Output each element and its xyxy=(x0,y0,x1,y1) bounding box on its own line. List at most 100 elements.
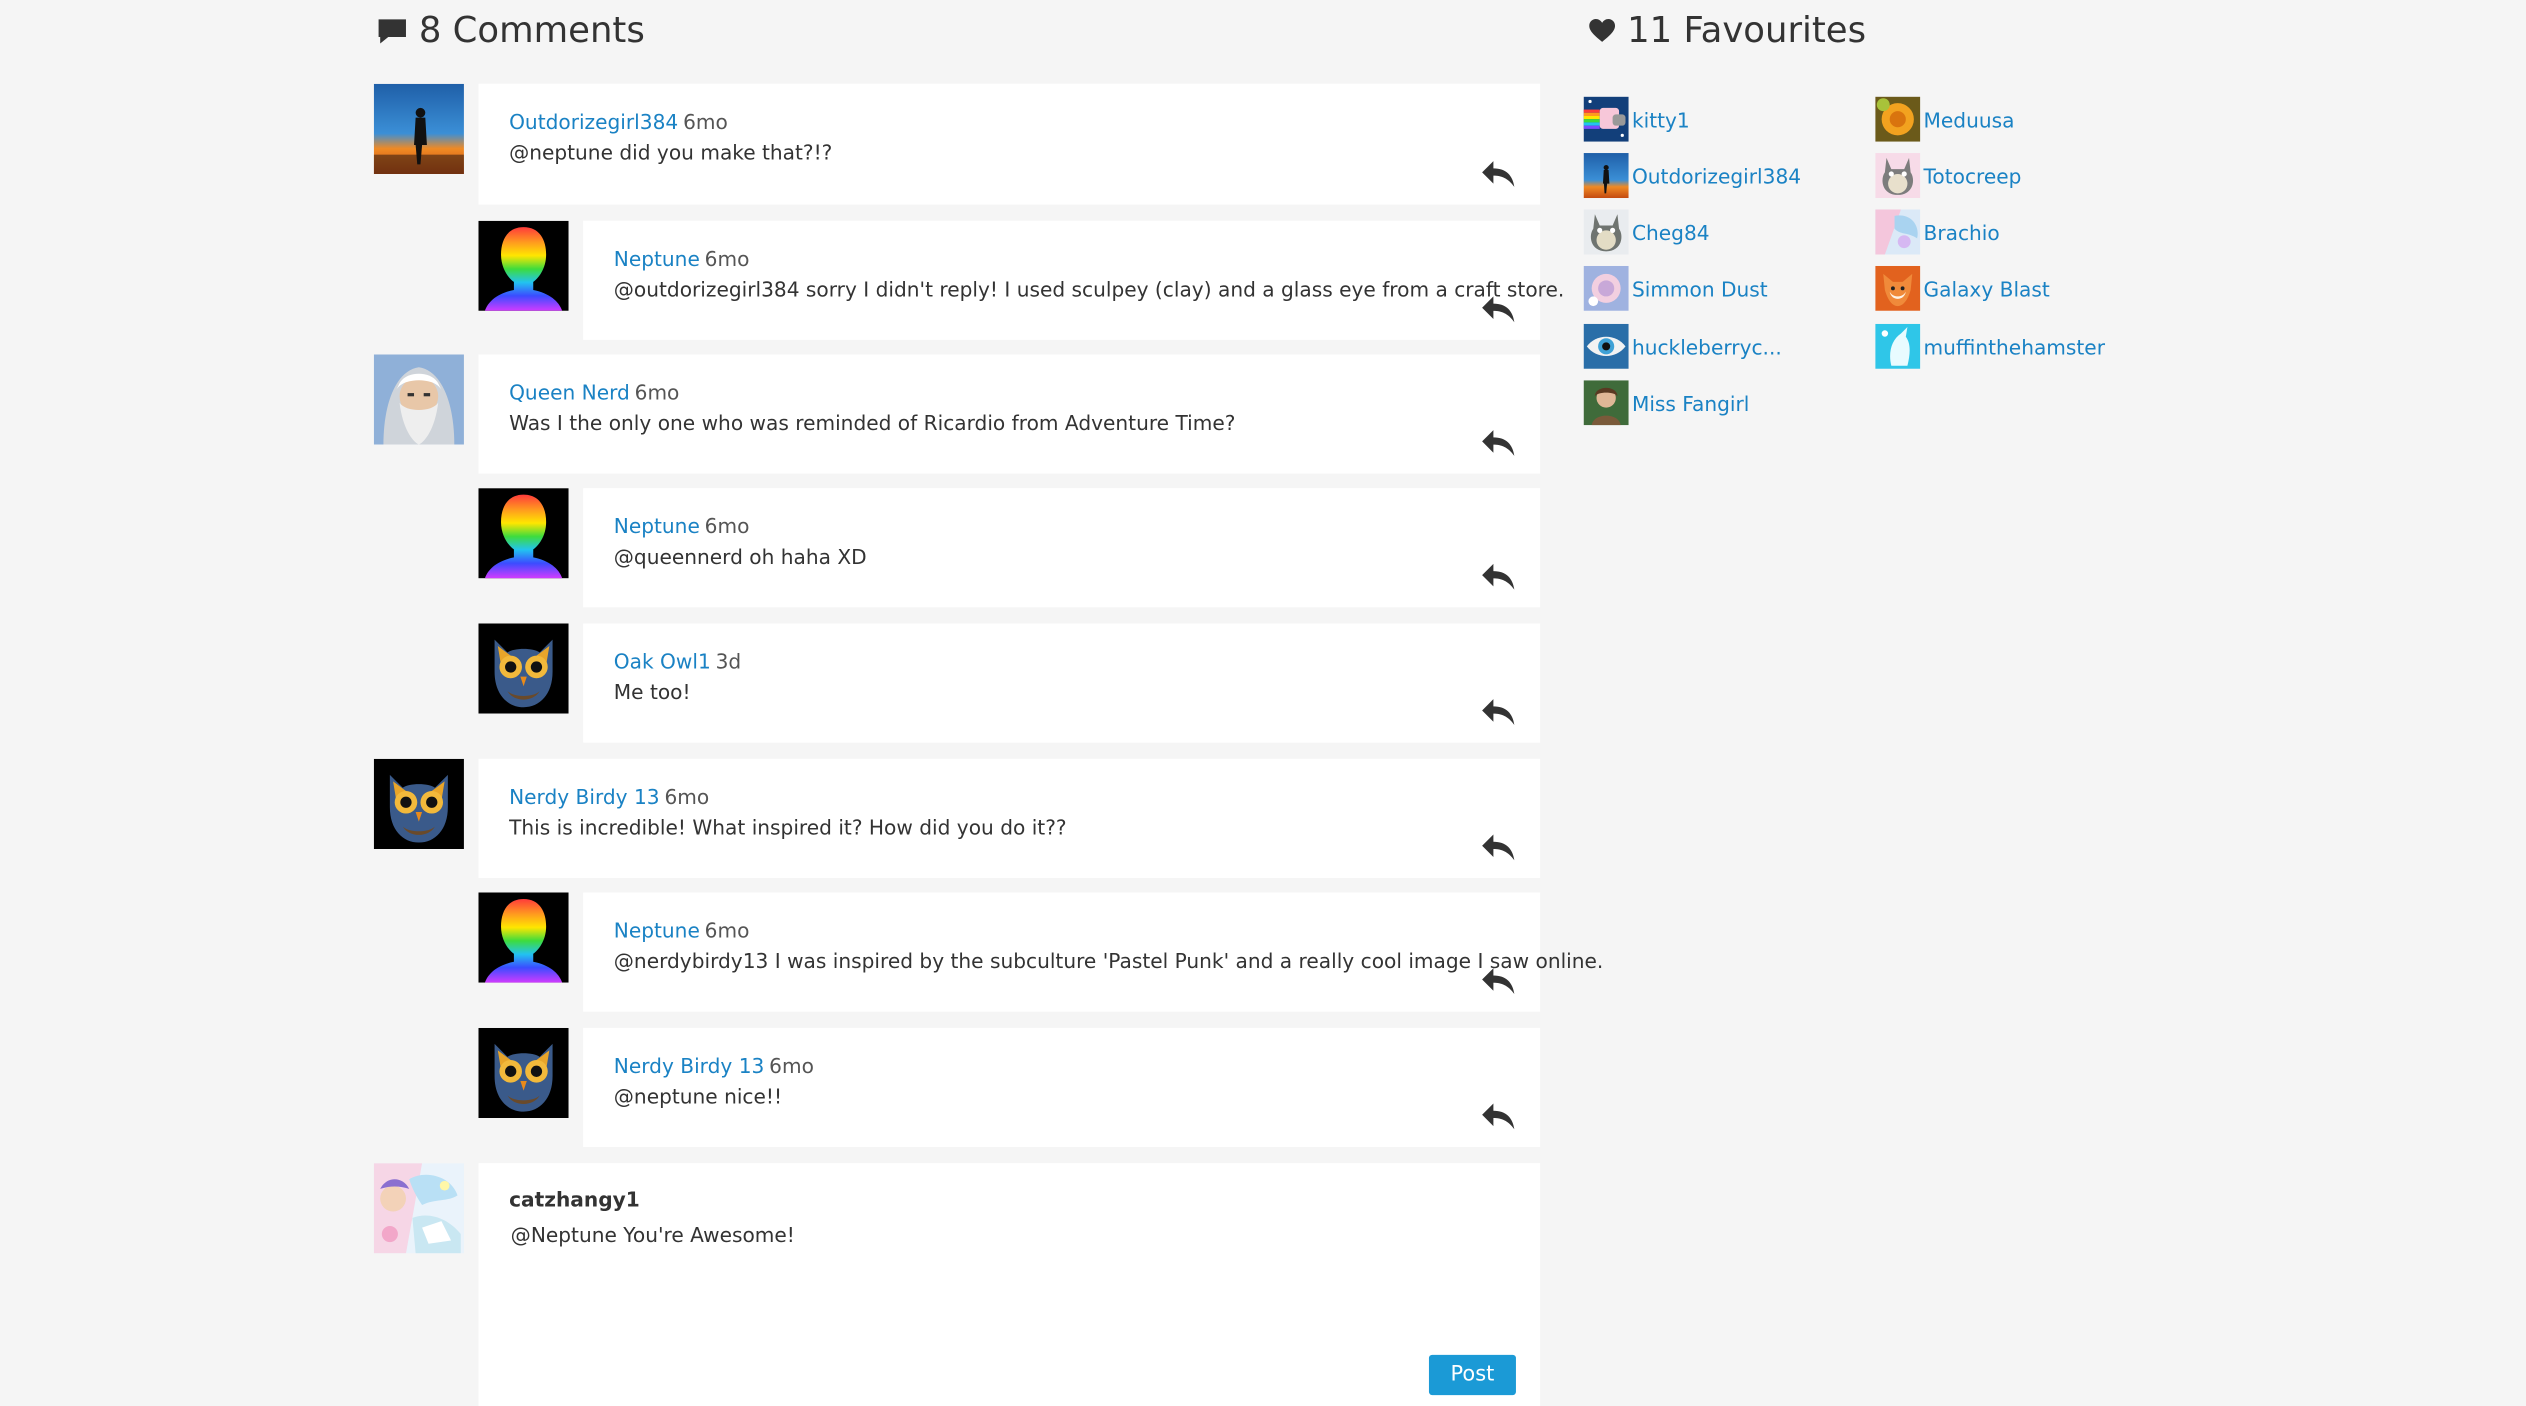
reply-icon[interactable] xyxy=(1481,429,1516,458)
avatar[interactable] xyxy=(478,488,569,579)
rainbow-head-avatar xyxy=(478,892,569,983)
favourite-name[interactable]: Simmon Dust xyxy=(1632,276,1768,300)
favourite-item[interactable]: Meduusa xyxy=(1875,96,2015,142)
silhouette-sunset-avatar xyxy=(1583,153,1629,199)
favourites-header: 11 Favourites xyxy=(1588,6,1866,54)
post-button[interactable]: Post xyxy=(1428,1354,1516,1396)
pastel-blue-avatar xyxy=(1583,265,1629,311)
comment-time: 6mo xyxy=(634,380,680,405)
reply-icon[interactable] xyxy=(1481,833,1516,862)
comment-username[interactable]: Nerdy Birdy 13 xyxy=(614,1054,765,1078)
reply-icon[interactable] xyxy=(1481,295,1516,324)
comment-time: 6mo xyxy=(683,109,728,134)
nyan-avatar xyxy=(1583,96,1629,142)
favourite-name[interactable]: Miss Fangirl xyxy=(1632,391,1749,415)
favourite-name[interactable]: Meduusa xyxy=(1924,107,2015,131)
comment-username[interactable]: Neptune xyxy=(614,246,700,270)
compose-username: catzhangy1 xyxy=(509,1187,640,1212)
avatar[interactable] xyxy=(478,220,569,311)
page: 8 Comments 11 Favourites Outdorizegirl38… xyxy=(0,0,2526,1406)
eye-avatar xyxy=(1583,323,1629,369)
favourite-item[interactable]: Galaxy Blast xyxy=(1875,265,2050,311)
avatar xyxy=(1875,265,1921,311)
favourite-name[interactable]: Totocreep xyxy=(1924,164,2022,188)
girl-green-avatar xyxy=(1583,380,1629,426)
avatar[interactable] xyxy=(478,892,569,983)
comment-text: @outdorizegirl384 sorry I didn't reply! … xyxy=(613,277,1565,302)
comment-text: Was I the only one who was reminded of R… xyxy=(509,410,1236,435)
comment-input[interactable] xyxy=(509,1219,1479,1339)
reply-icon[interactable] xyxy=(1481,967,1516,996)
rainbow-head-avatar xyxy=(478,488,569,579)
favourite-item[interactable]: Brachio xyxy=(1875,209,2000,255)
favourite-name[interactable]: kitty1 xyxy=(1632,107,1690,131)
favourite-name[interactable]: muffinthehamster xyxy=(1924,334,2105,358)
favourite-item[interactable]: muffinthehamster xyxy=(1875,323,2105,369)
reply-icon[interactable] xyxy=(1481,698,1516,727)
comments-header: 8 Comments xyxy=(377,6,645,54)
favourite-item[interactable]: Totocreep xyxy=(1875,153,2022,199)
favourite-name[interactable]: Brachio xyxy=(1924,220,2000,244)
avatar xyxy=(1875,96,1921,142)
favourite-item[interactable]: kitty1 xyxy=(1583,96,1690,142)
favourite-item[interactable]: Cheg84 xyxy=(1583,209,1710,255)
avatar[interactable] xyxy=(373,354,464,445)
avatar[interactable] xyxy=(373,83,464,174)
comment-username[interactable]: Outdorizegirl384 xyxy=(509,110,678,134)
comment-time: 6mo xyxy=(664,784,710,809)
favourite-item[interactable]: Outdorizegirl384 xyxy=(1583,153,1801,199)
avatar[interactable] xyxy=(478,1027,569,1119)
favourite-name[interactable]: Cheg84 xyxy=(1632,220,1710,244)
comment-card: Neptune 6mo @queennerd oh haha XD xyxy=(583,488,1541,608)
avatar xyxy=(1875,153,1921,199)
comment-text: @neptune nice!! xyxy=(613,1084,783,1109)
comment-text: @queennerd oh haha XD xyxy=(613,544,867,569)
avatar xyxy=(1875,209,1921,255)
comment-card: Oak Owl1 3d Me too! xyxy=(583,623,1541,743)
totoro-gray-avatar xyxy=(1583,209,1629,255)
avatar xyxy=(1583,96,1629,142)
comment-username[interactable]: Neptune xyxy=(614,918,700,942)
reply-icon[interactable] xyxy=(1481,562,1516,591)
favourite-name[interactable]: Outdorizegirl384 xyxy=(1632,164,1801,188)
reply-icon[interactable] xyxy=(1481,159,1516,188)
totoro-pink-avatar xyxy=(1875,153,1921,199)
avatar xyxy=(1875,323,1921,369)
comment-text: @nerdybirdy13 I was inspired by the subc… xyxy=(613,948,1604,974)
comment-text: Me too! xyxy=(613,679,691,705)
comment-card: Outdorizegirl384 6mo @neptune did you mak… xyxy=(478,83,1541,205)
comment-text: @neptune did you make that?!? xyxy=(509,140,833,165)
favourite-item[interactable]: huckleberryc... xyxy=(1583,323,1782,369)
reply-icon[interactable] xyxy=(1481,1102,1516,1131)
silhouette-sunset-avatar xyxy=(373,83,464,174)
comment-time: 6mo xyxy=(704,246,750,271)
rainbow-head-avatar xyxy=(478,220,569,311)
current-user-avatar[interactable] xyxy=(373,1163,464,1254)
comment-time: 6mo xyxy=(704,513,750,539)
comment-time: 6mo xyxy=(769,1053,814,1078)
comment-card: Neptune 6mo @nerdybirdy13 I was inspired … xyxy=(583,892,1604,1012)
favourite-item[interactable]: Simmon Dust xyxy=(1583,265,1768,311)
favourite-name[interactable]: Galaxy Blast xyxy=(1924,276,2050,300)
avatar[interactable] xyxy=(478,623,569,714)
comment-username[interactable]: Neptune xyxy=(614,514,700,538)
comment-card: Nerdy Birdy 13 6mo This is incredible! Wh… xyxy=(478,758,1541,878)
comment-username[interactable]: Queen Nerd xyxy=(509,380,630,404)
comment-username[interactable]: Oak Owl1 xyxy=(614,649,711,673)
favourites-count: 11 Favourites xyxy=(1627,10,1867,51)
favourite-name[interactable]: huckleberryc... xyxy=(1632,334,1782,358)
avatar xyxy=(1583,265,1629,311)
pastel-art-avatar xyxy=(373,1163,464,1254)
owl-avatar xyxy=(478,1027,569,1119)
avatar[interactable] xyxy=(373,758,464,849)
pastel-swirl-avatar xyxy=(1875,209,1921,255)
comment-time: 3d xyxy=(715,649,742,674)
comment-card: Nerdy Birdy 13 6mo @neptune nice!! xyxy=(583,1027,1541,1148)
favourite-item[interactable]: Miss Fangirl xyxy=(1583,380,1749,426)
heart-icon xyxy=(1588,18,1616,44)
avatar xyxy=(1583,323,1629,369)
wizard-avatar xyxy=(373,354,464,445)
comment-card: Neptune 6mo @outdorizegirl384 sorry I did… xyxy=(583,220,1565,340)
cyan-unicorn-avatar xyxy=(1875,323,1921,369)
comment-username[interactable]: Nerdy Birdy 13 xyxy=(509,785,660,809)
